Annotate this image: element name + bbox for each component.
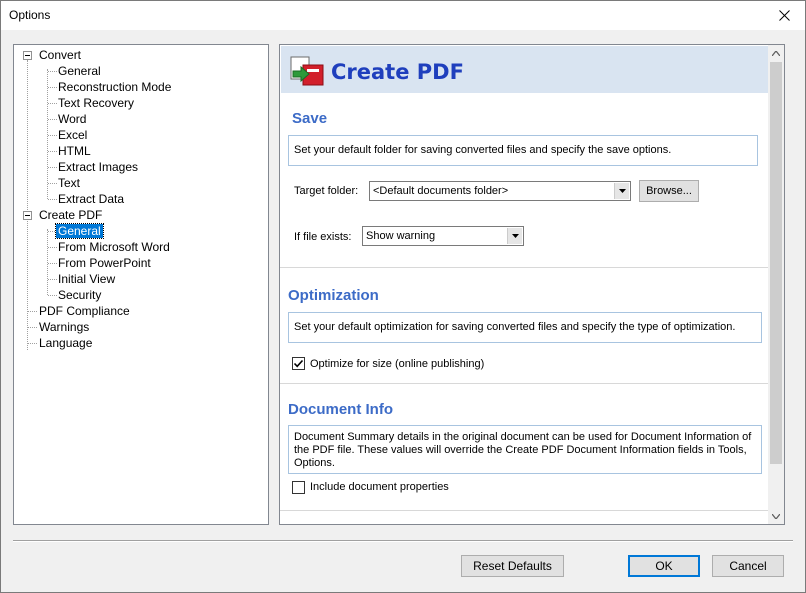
collapse-icon[interactable]: [23, 211, 32, 220]
section-divider: [280, 383, 768, 384]
tree-item-label: Text Recovery: [58, 96, 135, 110]
tree-connector: [47, 69, 48, 199]
window-title: Options: [9, 8, 51, 22]
tree-item-security[interactable]: Security: [56, 287, 103, 303]
tree-item-language[interactable]: Language: [37, 335, 94, 351]
options-tree[interactable]: Convert General Reconstruction Mode Text…: [13, 44, 269, 525]
tree-item-label: Excel: [58, 128, 88, 142]
panel-scrollbar[interactable]: [768, 45, 784, 524]
dropdown-arrow-icon[interactable]: [507, 228, 522, 244]
tree-item-label: Extract Images: [58, 160, 139, 174]
save-section-title: Save: [292, 110, 328, 127]
tree-connector: [28, 311, 37, 312]
browse-button[interactable]: Browse...: [639, 180, 699, 202]
optimize-size-checkbox[interactable]: [292, 357, 305, 370]
optimization-section-title: Optimization: [288, 287, 379, 304]
tree-item-text-recovery[interactable]: Text Recovery: [56, 95, 136, 111]
tree-item-label: Language: [39, 336, 93, 350]
tree-item-label: PDF Compliance: [39, 304, 130, 318]
tree-connector: [28, 343, 37, 344]
tree-connector: [28, 327, 37, 328]
tree-item-label: Reconstruction Mode: [58, 80, 172, 94]
scroll-down-arrow[interactable]: [768, 508, 784, 524]
chevron-down-icon: [772, 513, 780, 519]
section-divider: [280, 267, 768, 268]
tree-item-label: Text: [58, 176, 81, 190]
tree-item-initial-view[interactable]: Initial View: [56, 271, 117, 287]
settings-panel: Create PDF Save Set your default folder …: [279, 44, 785, 525]
tree-item-label: Convert: [39, 48, 82, 62]
target-folder-value: <Default documents folder>: [373, 185, 509, 197]
tree-item-create-pdf-general[interactable]: General: [55, 223, 104, 239]
tree-item-label: Security: [58, 288, 102, 302]
tree-item-label: Word: [58, 112, 87, 126]
tree-connector: [27, 60, 28, 350]
include-properties-label[interactable]: Include document properties: [310, 480, 449, 494]
footer-divider: [13, 540, 793, 542]
file-exists-value: Show warning: [366, 230, 436, 242]
target-folder-combo[interactable]: <Default documents folder>: [369, 181, 631, 201]
dropdown-arrow-icon[interactable]: [614, 183, 629, 199]
chevron-up-icon: [772, 50, 780, 56]
file-exists-combo[interactable]: Show warning: [362, 226, 524, 246]
tree-item-convert[interactable]: Convert: [23, 47, 83, 63]
panel-banner: Create PDF: [281, 46, 768, 93]
tree-item-label: Warnings: [39, 320, 90, 334]
tree-item-pdf-compliance[interactable]: PDF Compliance: [37, 303, 132, 319]
tree-item-from-microsoft-word[interactable]: From Microsoft Word: [56, 239, 172, 255]
tree-item-excel[interactable]: Excel: [56, 127, 89, 143]
tree-item-create-pdf[interactable]: Create PDF: [23, 207, 104, 223]
tree-item-extract-data[interactable]: Extract Data: [56, 191, 126, 207]
checkmark-icon: [293, 359, 304, 368]
tree-item-label: Extract Data: [58, 192, 125, 206]
scroll-up-arrow[interactable]: [768, 45, 784, 61]
tree-item-from-powerpoint[interactable]: From PowerPoint: [56, 255, 153, 271]
optimization-description: Set your default optimization for saving…: [288, 312, 762, 343]
tree-item-text[interactable]: Text: [56, 175, 82, 191]
save-description: Set your default folder for saving conve…: [288, 135, 758, 166]
collapse-icon[interactable]: [23, 51, 32, 60]
close-icon: [778, 10, 790, 21]
tree-item-extract-images[interactable]: Extract Images: [56, 159, 140, 175]
target-folder-label: Target folder:: [294, 185, 359, 197]
close-button[interactable]: [762, 0, 806, 31]
reset-defaults-button[interactable]: Reset Defaults: [461, 555, 564, 577]
optimize-size-label[interactable]: Optimize for size (online publishing): [310, 357, 484, 371]
tree-item-label: Create PDF: [39, 208, 103, 222]
include-properties-checkbox[interactable]: [292, 481, 305, 494]
tree-item-convert-general[interactable]: General: [56, 63, 103, 79]
document-info-description: Document Summary details in the original…: [288, 425, 762, 474]
document-info-section-title: Document Info: [288, 401, 393, 418]
tree-item-label: General: [58, 64, 101, 78]
cancel-button[interactable]: Cancel: [712, 555, 784, 577]
file-exists-label: If file exists:: [294, 231, 352, 243]
scroll-thumb[interactable]: [770, 62, 782, 464]
tree-item-warnings[interactable]: Warnings: [37, 319, 91, 335]
section-divider: [280, 510, 768, 511]
create-pdf-icon: [290, 56, 324, 86]
tree-item-label: From Microsoft Word: [58, 240, 170, 254]
title-bar: Options: [0, 0, 806, 31]
banner-title: Create PDF: [331, 60, 464, 84]
ok-button[interactable]: OK: [628, 555, 700, 577]
tree-item-reconstruction-mode[interactable]: Reconstruction Mode: [56, 79, 173, 95]
tree-connector: [47, 229, 48, 295]
tree-item-word[interactable]: Word: [56, 111, 88, 127]
tree-item-label: HTML: [58, 144, 91, 158]
tree-item-label: Initial View: [58, 272, 116, 286]
tree-item-label: General: [55, 223, 104, 239]
tree-item-label: From PowerPoint: [58, 256, 151, 270]
tree-item-html[interactable]: HTML: [56, 143, 93, 159]
